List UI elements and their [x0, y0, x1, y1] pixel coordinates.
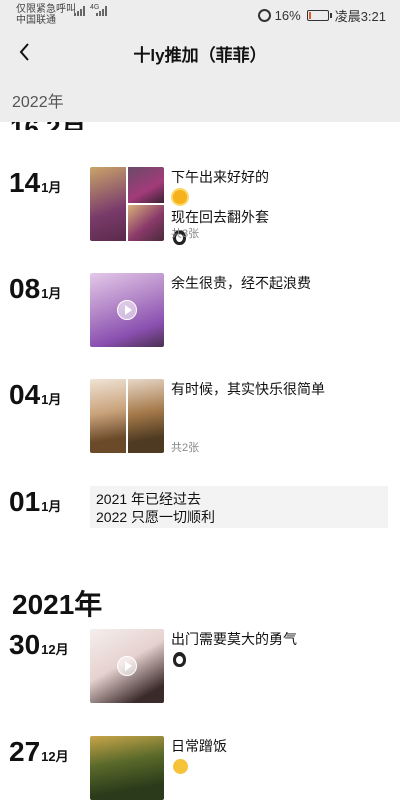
post-day: 14 — [9, 167, 41, 198]
post-date: 14 1月 — [9, 167, 61, 199]
post-text: 下午出来好好的 现在回去翻外套 — [171, 167, 386, 247]
post-day: 27 — [9, 736, 41, 767]
post-month: 1月 — [41, 392, 62, 407]
photo-grid-thumbnail[interactable] — [90, 167, 164, 241]
post-date: 01 1月 — [9, 486, 61, 518]
battery-icon — [306, 10, 332, 21]
sticky-year-header: 2022年 — [0, 74, 400, 122]
photo-grid-thumbnail[interactable] — [90, 379, 164, 453]
year-heading: 2021年 — [12, 589, 103, 620]
post-day: 30 — [9, 629, 41, 660]
post-date: 08 1月 — [9, 273, 61, 305]
post-day: 04 — [9, 379, 41, 410]
post-text: 有时候，其实快乐很简单 — [171, 379, 386, 399]
penguin-emoji-icon — [173, 652, 186, 667]
post-day: 08 — [9, 273, 41, 304]
video-thumbnail[interactable] — [90, 273, 164, 347]
post-line-1: 2021 年已经过去 — [96, 491, 202, 507]
signal-icon-2 — [96, 6, 107, 16]
post-month: 12月 — [41, 642, 69, 657]
carrier-emergency-text: 仅限紧急呼叫 — [16, 4, 76, 15]
post-month: 1月 — [41, 286, 62, 301]
app-header: 十ly推加（菲菲） — [0, 30, 400, 74]
post-line-1: 出门需要莫大的勇气 — [171, 631, 297, 647]
signal-icon — [74, 6, 85, 16]
video-thumbnail[interactable] — [90, 629, 164, 703]
post-line-1: 下午出来好好的 — [171, 169, 269, 185]
post-text: 余生很贵，经不起浪费 — [171, 273, 386, 293]
post-line-2: 2022 只愿一切顺利 — [96, 509, 216, 525]
carrier-info: 仅限紧急呼叫 中国联通 — [16, 4, 76, 26]
post-date: 27 12月 — [9, 736, 69, 768]
alarm-icon — [257, 9, 271, 22]
play-icon[interactable] — [117, 300, 137, 320]
post-line-1: 余生很贵，经不起浪费 — [171, 275, 311, 291]
partial-previous-date: 16 2月 — [10, 122, 87, 130]
post-month: 1月 — [41, 180, 62, 195]
photo-count: 共3张 — [171, 228, 200, 240]
post-text: 出门需要莫大的勇气 — [171, 629, 386, 669]
post-line-1: 有时候，其实快乐很简单 — [171, 381, 325, 397]
partial-date-text: 16 2月 — [10, 122, 87, 130]
smirk-emoji-icon — [173, 759, 188, 774]
post-line-2: 现在回去翻外套 — [171, 209, 269, 225]
sun-emoji-icon — [173, 190, 187, 204]
battery-percent: 16% — [274, 8, 301, 23]
post-date: 04 1月 — [9, 379, 61, 411]
status-bar: 仅限紧急呼叫 中国联通 4G 16% 凌晨3:21 — [0, 0, 400, 30]
post-date: 30 12月 — [9, 629, 69, 661]
photo-count: 共2张 — [171, 442, 200, 454]
post-line-1: 日常蹭饭 — [171, 738, 227, 754]
text-post-card[interactable]: 2021 年已经过去 2022 只愿一切顺利 — [90, 486, 388, 528]
clock: 凌晨3:21 — [334, 9, 386, 24]
carrier-name: 中国联通 — [16, 15, 56, 26]
post-month: 1月 — [41, 499, 62, 514]
post-month: 12月 — [41, 749, 69, 764]
post-text: 日常蹭饭 — [171, 736, 386, 776]
play-icon[interactable] — [117, 656, 137, 676]
sticky-year-label: 2022年 — [12, 94, 64, 111]
photo-thumbnail[interactable] — [90, 736, 164, 800]
post-day: 01 — [9, 486, 41, 517]
page-title: 十ly推加（菲菲） — [133, 46, 267, 65]
